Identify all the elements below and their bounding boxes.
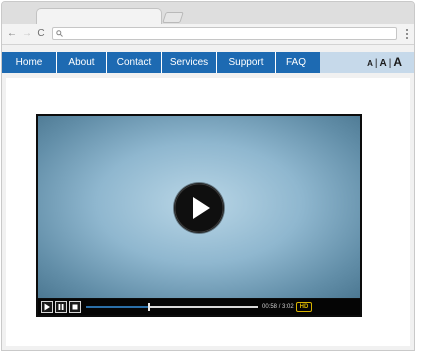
nav-item-support[interactable]: Support xyxy=(217,52,276,73)
page-viewport: Home About Contact Services Support FAQ … xyxy=(2,52,414,350)
font-size-separator: | xyxy=(388,58,392,69)
address-bar[interactable] xyxy=(52,27,397,40)
nav-item-faq[interactable]: FAQ xyxy=(276,52,316,73)
font-size-small-button[interactable]: A xyxy=(367,59,373,68)
search-icon xyxy=(56,27,63,41)
time-display: 00:58 / 3:02 xyxy=(262,301,294,313)
total-time: 3:02 xyxy=(282,304,294,310)
progress-fill xyxy=(86,306,148,308)
nav-item-about[interactable]: About xyxy=(57,52,107,73)
forward-button[interactable]: → xyxy=(21,26,33,42)
font-size-separator: | xyxy=(374,58,378,69)
browser-tab[interactable] xyxy=(36,8,162,25)
nav-menu: Home About Contact Services Support FAQ xyxy=(2,52,320,73)
nav-item-home[interactable]: Home xyxy=(2,52,57,73)
play-icon xyxy=(174,183,224,233)
font-size-medium-button[interactable]: A xyxy=(379,58,386,69)
nav-item-contact[interactable]: Contact xyxy=(107,52,162,73)
font-size-controls: A | A | A xyxy=(367,52,402,73)
site-navbar: Home About Contact Services Support FAQ … xyxy=(2,52,414,73)
tab-strip xyxy=(2,2,414,25)
big-play-button[interactable] xyxy=(174,183,224,233)
reload-button[interactable]: C xyxy=(35,26,47,42)
kebab-menu-icon[interactable] xyxy=(406,29,408,39)
play-button[interactable] xyxy=(41,301,53,313)
arrow-right-icon: → xyxy=(22,28,32,39)
current-time: 00:58 xyxy=(262,304,278,310)
time-separator: / xyxy=(278,304,281,310)
video-screen[interactable] xyxy=(38,116,360,298)
page-content: 00:58 / 3:02 HD xyxy=(6,78,410,346)
stop-icon xyxy=(72,304,78,310)
progress-bar[interactable] xyxy=(86,303,258,311)
pause-button[interactable] xyxy=(55,301,67,313)
play-icon xyxy=(44,303,50,311)
pause-icon xyxy=(58,304,64,310)
stop-button[interactable] xyxy=(69,301,81,313)
arrow-left-icon: ← xyxy=(7,28,17,39)
browser-window: ← → C Home About Contact Services Suppor… xyxy=(1,1,415,351)
progress-handle[interactable] xyxy=(148,303,150,311)
font-size-large-button[interactable]: A xyxy=(393,55,402,69)
browser-toolbar: ← → C xyxy=(2,24,414,45)
new-tab-button[interactable] xyxy=(162,12,184,23)
nav-item-services[interactable]: Services xyxy=(162,52,217,73)
reload-icon: C xyxy=(37,28,45,39)
hd-toggle[interactable]: HD xyxy=(296,302,312,312)
player-controls: 00:58 / 3:02 HD xyxy=(38,299,360,315)
back-button[interactable]: ← xyxy=(6,26,18,42)
video-player: 00:58 / 3:02 HD xyxy=(36,114,362,317)
